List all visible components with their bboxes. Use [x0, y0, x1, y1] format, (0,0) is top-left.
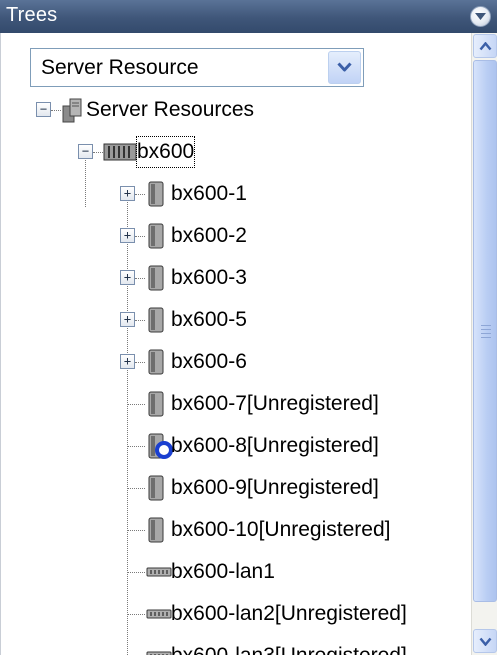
- tree-node-lan-switch[interactable]: bx600-lan2[Unregistered]: [1, 593, 471, 635]
- server-blade-icon: [148, 181, 164, 207]
- expand-toggle[interactable]: +: [120, 270, 135, 285]
- collapse-toggle[interactable]: −: [36, 102, 51, 117]
- server-blade-icon: [148, 307, 164, 333]
- tree-node-label: bx600-lan1: [171, 560, 275, 583]
- tree-node-label: bx600: [135, 136, 196, 168]
- tree-node-blade[interactable]: bx600-7[Unregistered]: [1, 383, 471, 425]
- tree-connector: [135, 194, 145, 195]
- server-blade-icon: [148, 391, 164, 417]
- tree-node-label: bx600-3: [171, 266, 247, 289]
- panel-title: Trees: [6, 4, 58, 26]
- lan-switch-icon: [146, 609, 172, 619]
- tree-connector: [93, 152, 103, 153]
- expand-toggle[interactable]: +: [120, 228, 135, 243]
- tree-connector: [128, 572, 145, 573]
- select-dropdown-button[interactable]: [328, 51, 361, 84]
- tree-node-lan-switch[interactable]: bx600-lan1: [1, 551, 471, 593]
- tree-node-blade[interactable]: bx600-8[Unregistered]: [1, 425, 471, 467]
- tree-scrollbar[interactable]: [471, 33, 497, 655]
- tree-node-lan-switch[interactable]: bx600-lan3[Unregistered]: [1, 635, 471, 655]
- tree-node-label: bx600-lan2[Unregistered]: [171, 602, 407, 625]
- chassis-icon: [103, 143, 137, 161]
- chevron-down-icon: [337, 62, 352, 72]
- tree-connector: [135, 320, 145, 321]
- tree-node-label: Server Resources: [86, 98, 255, 121]
- scroll-grip: [481, 333, 491, 334]
- tree-node-blade[interactable]: + bx600-1: [1, 173, 471, 215]
- tree-type-select-value: Server Resource: [41, 56, 199, 79]
- server-blade-icon: [148, 349, 164, 375]
- tree-node-blade[interactable]: + bx600-6: [1, 341, 471, 383]
- scroll-thumb[interactable]: [473, 60, 497, 602]
- tree-node-blade[interactable]: + bx600-3: [1, 257, 471, 299]
- lan-switch-icon: [146, 651, 172, 655]
- server-blade-icon: [148, 265, 164, 291]
- tree-connector: [128, 446, 145, 447]
- tree-node-blade[interactable]: + bx600-5: [1, 299, 471, 341]
- server-blade-status-icon: [148, 433, 173, 459]
- collapse-panel-button[interactable]: [470, 6, 491, 27]
- tree-connector: [135, 362, 145, 363]
- arrow-up-icon: [479, 42, 492, 51]
- tree-connector: [128, 488, 145, 489]
- server-blade-icon: [148, 223, 164, 249]
- server-blade-icon: [148, 475, 164, 501]
- tree-panel: Server Resource − Server Resources − bx6…: [0, 33, 497, 655]
- tree-node-label: bx600-1: [171, 182, 247, 205]
- tree-node-chassis[interactable]: − bx600: [1, 131, 471, 173]
- tree-node-label: bx600-lan3[Unregistered]: [171, 635, 407, 655]
- server-blade-icon: [148, 517, 164, 543]
- tree-node-label: bx600-10[Unregistered]: [171, 518, 391, 541]
- scroll-grip: [481, 337, 491, 338]
- tree-connector: [128, 530, 145, 531]
- scroll-grip: [481, 329, 491, 330]
- tree-node-server-resources[interactable]: − Server Resources: [1, 89, 471, 131]
- chevron-down-icon: [475, 13, 486, 20]
- tree-node-label: bx600-6: [171, 350, 247, 373]
- tree-node-label: bx600-8[Unregistered]: [171, 434, 379, 457]
- scroll-grip: [481, 325, 491, 326]
- scroll-up-button[interactable]: [473, 34, 497, 58]
- tree-connector: [135, 236, 145, 237]
- server-resources-icon: [62, 98, 82, 123]
- expand-toggle[interactable]: +: [120, 312, 135, 327]
- tree-node-label: bx600-7[Unregistered]: [171, 392, 379, 415]
- tree-node-blade[interactable]: + bx600-2: [1, 215, 471, 257]
- tree-connector: [128, 404, 145, 405]
- tree-node-blade[interactable]: bx600-10[Unregistered]: [1, 509, 471, 551]
- tree-type-select[interactable]: Server Resource: [30, 48, 364, 87]
- tree-connector: [135, 278, 145, 279]
- tree-node-label: bx600-5: [171, 308, 247, 331]
- collapse-toggle[interactable]: −: [78, 144, 93, 159]
- expand-toggle[interactable]: +: [120, 186, 135, 201]
- tree-connector: [128, 614, 145, 615]
- arrow-down-icon: [479, 637, 492, 646]
- tree-node-label: bx600-9[Unregistered]: [171, 476, 379, 499]
- scroll-down-button[interactable]: [473, 629, 497, 653]
- trees-panel-header: Trees: [0, 0, 497, 33]
- expand-toggle[interactable]: +: [120, 354, 135, 369]
- tree-node-blade[interactable]: bx600-9[Unregistered]: [1, 467, 471, 509]
- lan-switch-icon: [146, 567, 172, 577]
- tree-node-label: bx600-2: [171, 224, 247, 247]
